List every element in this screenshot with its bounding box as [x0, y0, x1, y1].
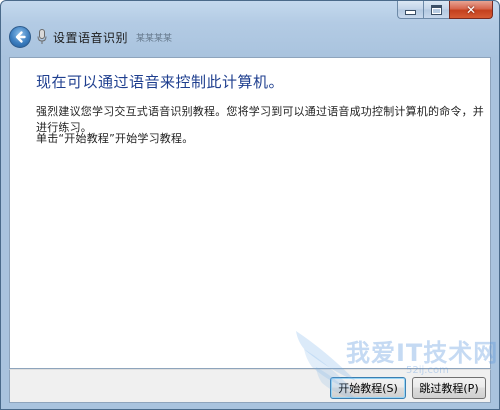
button-bar: 开始教程(S) 跳过教程(P) — [9, 369, 491, 403]
speech-setup-window: ✕ 设置语音识别 某某某某 现在可以通过语音来控制此计算机。 强烈建议您学习交互… — [0, 0, 500, 410]
page-heading: 现在可以通过语音来控制此计算机。 — [36, 73, 285, 91]
window-title-extra: 某某某某 — [136, 33, 173, 44]
close-icon: ✕ — [465, 2, 477, 17]
window-title: 设置语音识别 — [53, 30, 129, 45]
instruction-text: 单击“开始教程”开始学习教程。 — [36, 132, 194, 145]
navigation-bar: 设置语音识别 某某某某 — [9, 25, 172, 49]
back-button[interactable] — [9, 26, 31, 48]
caption-buttons: ✕ — [397, 1, 493, 19]
minimize-icon — [405, 10, 416, 15]
content-pane: 现在可以通过语音来控制此计算机。 强烈建议您学习交互式语音识别教程。您将学习到可… — [9, 57, 491, 369]
back-arrow-icon — [15, 31, 26, 43]
skip-tutorial-button[interactable]: 跳过教程(P) — [412, 377, 486, 399]
maximize-button[interactable] — [423, 1, 449, 19]
close-button[interactable]: ✕ — [449, 1, 493, 19]
microphone-icon — [37, 29, 47, 45]
minimize-button[interactable] — [397, 1, 423, 19]
maximize-icon — [431, 4, 442, 15]
start-tutorial-button[interactable]: 开始教程(S) — [330, 377, 406, 399]
